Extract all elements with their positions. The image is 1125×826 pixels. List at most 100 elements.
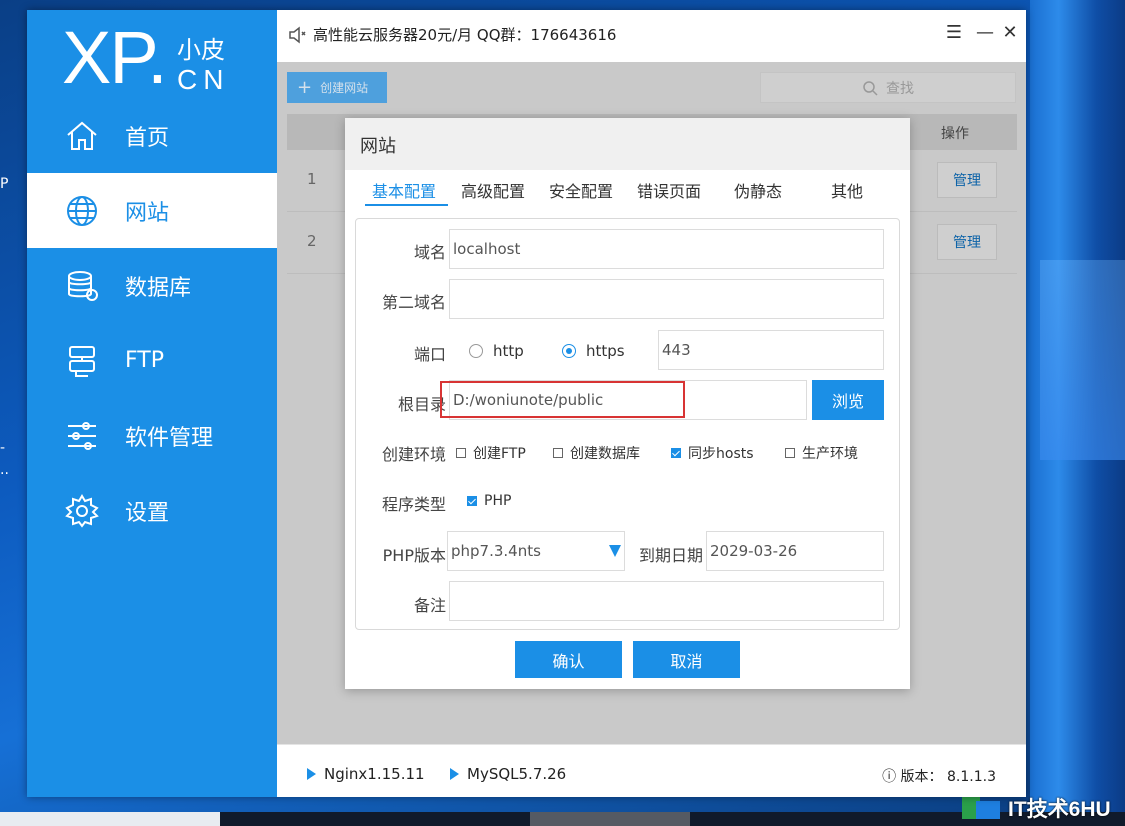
sidebar-item-label: FTP [125,348,164,373]
php-version-select[interactable]: php7.3.4nts [447,531,625,571]
sidebar-item-label: 软件管理 [125,425,214,451]
basic-config-form: 域名 localhost 第二域名 端口 http https 443 根目录 … [355,218,900,630]
port-field[interactable]: 443 [658,330,884,370]
column-header-actions: 操作 [941,126,969,142]
checkbox-icon [785,448,795,458]
sync-hosts-checkbox[interactable]: 同步hosts [671,443,754,463]
globe-icon [62,191,102,231]
tab-other[interactable]: 其他 [831,178,863,202]
manage-button[interactable]: 管理 [937,162,997,198]
dialog-title-bar: 网站 [345,118,910,170]
home-icon [62,116,102,156]
play-icon [450,768,459,780]
dialog-title: 网站 [360,136,396,157]
server-icon [62,341,102,381]
play-icon [307,768,316,780]
expire-label: 到期日期 [638,546,703,565]
version-text: ⓘ 版本： 8.1.1.3 [882,769,996,785]
remark-field[interactable] [449,581,884,621]
cancel-button[interactable]: 取消 [633,641,740,678]
gear-icon [62,491,102,531]
checkbox-icon [553,448,563,458]
confirm-button[interactable]: 确认 [515,641,622,678]
sidebar-item-label: 首页 [125,125,170,151]
domain-label: 域名 [413,243,446,262]
second-domain-label: 第二域名 [381,293,446,312]
create-website-label: 创建网站 [320,81,369,95]
env-label: 创建环境 [381,445,446,464]
https-radio[interactable]: https [562,342,625,360]
php-version-label: PHP版本 [382,546,446,565]
database-icon [62,266,102,306]
port-label: 端口 [413,345,446,364]
sliders-icon [62,416,102,456]
sidebar-item-ftp[interactable]: FTP [27,323,277,398]
http-radio[interactable]: http [469,342,524,360]
checkbox-checked-icon [671,448,681,458]
sidebar-item-label: 网站 [125,200,170,226]
mysql-label: MySQL5.7.26 [467,765,567,783]
sidebar-item-label: 设置 [125,500,170,526]
remark-label: 备注 [413,596,446,615]
row-number: 1 [307,170,317,188]
annotation-highlight [440,381,685,418]
domain-field[interactable]: localhost [449,229,884,269]
browse-button[interactable]: 浏览 [812,380,884,420]
row-number: 2 [307,232,317,250]
sidebar-item-settings[interactable]: 设置 [27,473,277,548]
plus-icon: + [297,77,313,98]
watermark-text: IT技术6HU [1008,798,1111,821]
search-label: 查找 [886,80,914,97]
manage-button[interactable]: 管理 [937,224,997,260]
sidebar-item-website[interactable]: 网站 [27,173,277,248]
checkbox-icon [456,448,466,458]
program-type-label: 程序类型 [381,495,446,514]
tab-security[interactable]: 安全配置 [549,178,613,202]
active-tab-indicator [365,204,448,206]
close-icon[interactable]: ✕ [999,22,1021,44]
sidebar: XP. 小皮 CN 首页 网站 数据库 FTP 软件管理 设置 [27,10,277,797]
tab-error-pages[interactable]: 错误页面 [637,178,701,202]
website-dialog: 网站 基本配置 高级配置 安全配置 错误页面 伪静态 其他 域名 localho… [345,118,910,689]
logo-sub-cn: 小皮 [177,36,225,64]
title-bar: 高性能云服务器20元/月 QQ群：176643616 ☰ — ✕ [277,10,1026,60]
sidebar-item-software[interactable]: 软件管理 [27,398,277,473]
sidebar-item-label: 数据库 [125,275,192,301]
desktop-wallpaper-beam [1040,260,1125,460]
taskbar [0,812,1125,826]
logo-main: XP. [62,16,168,99]
desktop-fragment: - [0,440,6,456]
search-input[interactable]: 查找 [760,72,1016,103]
status-bar: Nginx1.15.11 MySQL5.7.26 ⓘ 版本： 8.1.1.3 [277,744,1026,797]
php-checkbox[interactable]: PHP [467,493,511,509]
tab-advanced[interactable]: 高级配置 [461,178,525,202]
second-domain-field[interactable] [449,279,884,319]
menu-icon[interactable]: ☰ [943,22,965,44]
speaker-icon [287,25,307,45]
watermark-logo-icon [962,795,1002,821]
php-version-value: php7.3.4nts [451,542,541,560]
logo-sub-en: CN [177,64,230,95]
minimize-icon[interactable]: — [974,22,996,44]
dialog-tabs: 基本配置 高级配置 安全配置 错误页面 伪静态 其他 [365,170,890,208]
sidebar-item-database[interactable]: 数据库 [27,248,277,323]
tab-basic[interactable]: 基本配置 [372,178,436,202]
create-db-checkbox[interactable]: 创建数据库 [553,443,640,463]
nginx-service[interactable]: Nginx1.15.11 [307,765,425,783]
search-icon [863,80,878,96]
create-ftp-checkbox[interactable]: 创建FTP [456,443,526,463]
root-dir-label: 根目录 [397,395,446,414]
mysql-service[interactable]: MySQL5.7.26 [450,765,566,783]
nginx-label: Nginx1.15.11 [324,765,425,783]
sidebar-item-home[interactable]: 首页 [27,98,277,173]
expire-date-field[interactable]: 2029-03-26 [706,531,884,571]
tab-rewrite[interactable]: 伪静态 [734,178,782,202]
notice-text[interactable]: 高性能云服务器20元/月 QQ群：176643616 [313,24,616,45]
desktop-fragment: .. [0,462,9,478]
desktop-fragment: P [0,176,9,192]
create-website-button[interactable]: + 创建网站 [287,72,387,103]
radio-icon [469,344,483,358]
checkbox-checked-icon [467,496,477,506]
production-checkbox[interactable]: 生产环境 [785,443,858,463]
radio-selected-icon [562,344,576,358]
